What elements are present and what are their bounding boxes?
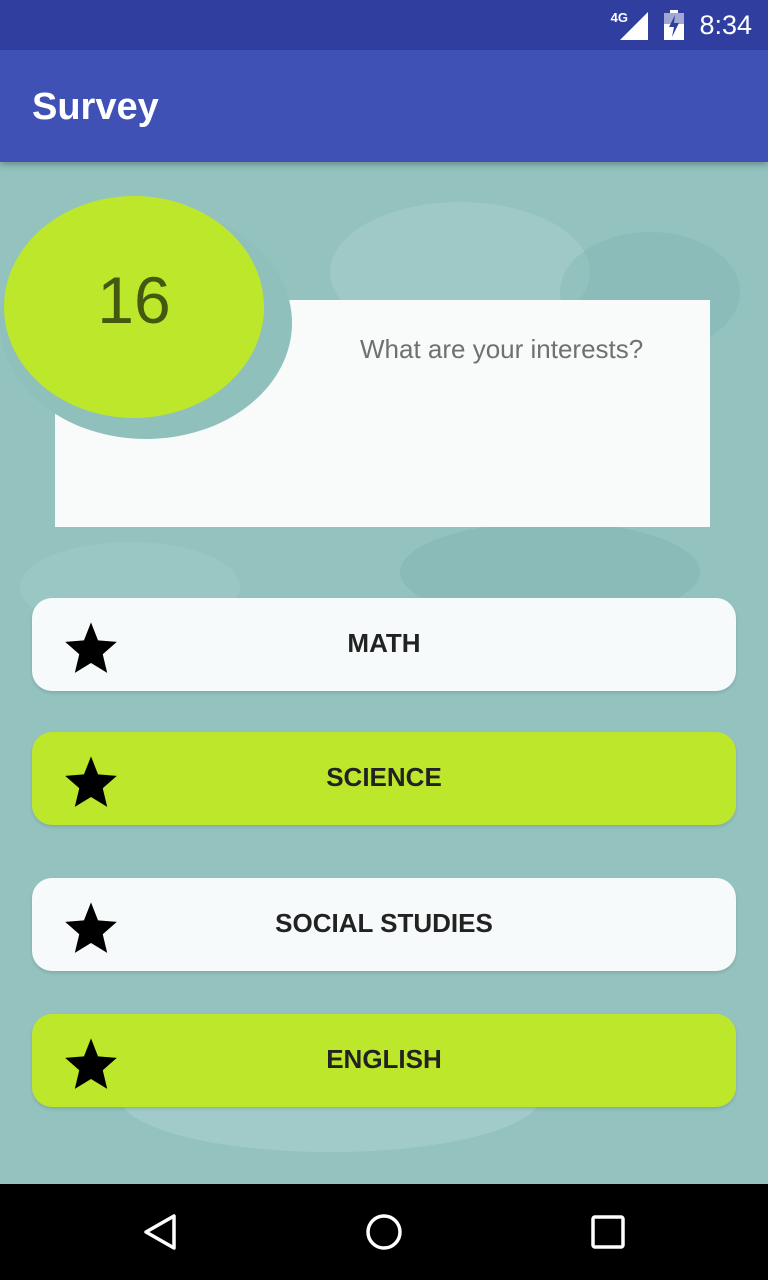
battery-icon bbox=[664, 10, 684, 40]
option-label: SOCIAL STUDIES bbox=[275, 908, 493, 938]
option-label: ENGLISH bbox=[326, 1044, 442, 1074]
clock: 8:34 bbox=[699, 10, 752, 40]
question-text: What are your interests? bbox=[360, 334, 644, 364]
status-bar: 4G 8:34 bbox=[0, 0, 768, 50]
option-math[interactable]: MATH bbox=[32, 598, 736, 691]
signal-icon bbox=[620, 12, 648, 40]
app-bar: Survey bbox=[0, 50, 768, 162]
option-social-studies[interactable]: SOCIAL STUDIES bbox=[32, 878, 736, 971]
app-title: Survey bbox=[32, 86, 159, 128]
question-counter: 16 bbox=[4, 196, 264, 418]
back-icon[interactable] bbox=[140, 1212, 180, 1252]
navigation-bar bbox=[0, 1184, 768, 1280]
counter-number: 16 bbox=[97, 263, 171, 337]
option-label: SCIENCE bbox=[326, 762, 442, 792]
option-label: MATH bbox=[347, 628, 421, 658]
option-science[interactable]: SCIENCE bbox=[32, 732, 736, 825]
option-english[interactable]: ENGLISH bbox=[32, 1014, 736, 1107]
home-icon[interactable] bbox=[364, 1212, 404, 1252]
survey-content: What are your interests? 16 MATH SCIENCE… bbox=[0, 162, 768, 1184]
recents-icon[interactable] bbox=[588, 1212, 628, 1252]
